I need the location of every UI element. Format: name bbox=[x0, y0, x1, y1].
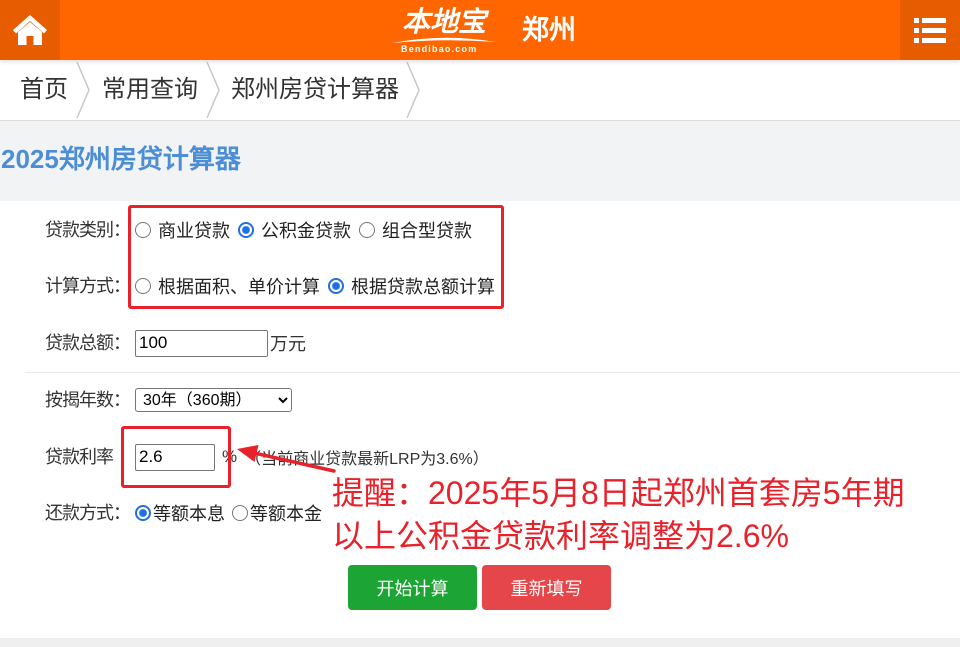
page-bottom-strip bbox=[0, 638, 960, 647]
loan-years-row: 按揭年数： 30年（360期） bbox=[0, 383, 960, 417]
breadcrumb-item-current: 郑州房贷计算器 bbox=[231, 76, 399, 103]
loan-type-options: 商业贷款 公积金贷款 组合型贷款 bbox=[135, 213, 480, 247]
reset-button[interactable]: 重新填写 bbox=[482, 565, 611, 610]
title-band: 2025郑州房贷计算器 bbox=[0, 121, 960, 201]
option-label: 等额本息 bbox=[153, 504, 225, 524]
loan-rate-unit: % bbox=[222, 447, 238, 466]
calc-method-row: 计算方式： 根据面积、单价计算 根据贷款总额计算 bbox=[0, 269, 960, 303]
breadcrumb-chevron-icon bbox=[206, 62, 220, 118]
loan-amount-input[interactable] bbox=[135, 329, 268, 357]
loan-rate-note: （当前商业贷款最新LRP为3.6%） bbox=[245, 451, 489, 468]
breadcrumb: 首页 常用查询 郑州房贷计算器 bbox=[0, 60, 960, 121]
radio-by-total-amount[interactable] bbox=[328, 278, 344, 294]
form-divider bbox=[25, 372, 960, 373]
calc-method-option-total-amount[interactable]: 根据贷款总额计算 bbox=[328, 273, 495, 299]
home-button[interactable] bbox=[0, 0, 60, 60]
loan-type-option-commercial[interactable]: 商业贷款 bbox=[135, 217, 230, 243]
calc-method-option-area-price[interactable]: 根据面积、单价计算 bbox=[135, 273, 320, 299]
annotation-reminder-text: 提醒：2025年5月8日起郑州首套房5年期 以上公积金贷款利率调整为2.6% bbox=[332, 472, 905, 558]
radio-provident-fund-loan[interactable] bbox=[238, 222, 254, 238]
radio-by-area-price[interactable] bbox=[135, 278, 151, 294]
calc-method-options: 根据面积、单价计算 根据贷款总额计算 bbox=[135, 269, 503, 303]
loan-rate-input[interactable] bbox=[135, 443, 215, 471]
repayment-option-equal-installment[interactable]: 等额本息 bbox=[135, 500, 225, 526]
loan-rate-control: % （当前商业贷款最新LRP为3.6%） bbox=[135, 440, 489, 474]
page-title: 2025郑州房贷计算器 bbox=[1, 144, 241, 174]
loan-years-label: 按揭年数： bbox=[45, 390, 131, 410]
breadcrumb-chevron-icon bbox=[76, 62, 90, 118]
loan-amount-label: 贷款总额： bbox=[45, 333, 131, 353]
logo-subtext: Bendibao.com bbox=[401, 44, 478, 54]
list-icon bbox=[914, 17, 946, 43]
loan-type-row: 贷款类别： 商业贷款 公积金贷款 组合型贷款 bbox=[0, 213, 960, 247]
annotation-line-1: 提醒：2025年5月8日起郑州首套房5年期 bbox=[332, 475, 905, 511]
top-header-bar: 本地宝 Bendibao.com 郑州 bbox=[0, 0, 960, 60]
mortgage-calculator-form: 贷款类别： 商业贷款 公积金贷款 组合型贷款 计算方式： 根据面积、单价计算 根… bbox=[0, 201, 960, 638]
loan-rate-label: 贷款利率 bbox=[45, 447, 114, 467]
calculate-button[interactable]: 开始计算 bbox=[348, 565, 477, 610]
option-label: 组合型贷款 bbox=[382, 221, 472, 241]
radio-commercial-loan[interactable] bbox=[135, 222, 151, 238]
breadcrumb-item-common-queries[interactable]: 常用查询 bbox=[102, 60, 198, 120]
loan-type-option-provident-fund[interactable]: 公积金贷款 bbox=[238, 217, 351, 243]
option-label: 商业贷款 bbox=[158, 221, 230, 241]
radio-equal-installment[interactable] bbox=[135, 505, 151, 521]
breadcrumb-item-home[interactable]: 首页 bbox=[20, 60, 68, 120]
annotation-line-2: 以上公积金贷款利率调整为2.6% bbox=[332, 518, 789, 554]
radio-equal-principal[interactable] bbox=[232, 505, 248, 521]
repayment-option-equal-principal[interactable]: 等额本金 bbox=[232, 500, 322, 526]
loan-type-label: 贷款类别： bbox=[45, 220, 131, 240]
home-icon bbox=[13, 15, 47, 45]
loan-amount-row: 贷款总额： 万元 bbox=[0, 326, 960, 360]
breadcrumb-chevron-icon bbox=[406, 62, 420, 118]
option-label: 等额本金 bbox=[250, 504, 322, 524]
loan-years-select[interactable]: 30年（360期） bbox=[135, 388, 292, 412]
option-label: 根据面积、单价计算 bbox=[158, 277, 320, 297]
option-label: 根据贷款总额计算 bbox=[351, 277, 495, 297]
city-name[interactable]: 郑州 bbox=[522, 14, 576, 46]
loan-amount-control: 万元 bbox=[135, 326, 306, 360]
menu-button[interactable] bbox=[900, 0, 960, 60]
loan-amount-unit: 万元 bbox=[270, 334, 306, 354]
calc-method-label: 计算方式： bbox=[45, 276, 131, 296]
loan-type-option-combined[interactable]: 组合型贷款 bbox=[359, 217, 472, 243]
loan-rate-row: 贷款利率 % （当前商业贷款最新LRP为3.6%） bbox=[0, 440, 960, 474]
repayment-options: 等额本息 等额本金 bbox=[135, 496, 329, 530]
bendibao-logo[interactable]: 本地宝 Bendibao.com bbox=[390, 4, 498, 56]
repayment-label: 还款方式： bbox=[45, 503, 131, 523]
logo-text: 本地宝 bbox=[402, 6, 487, 37]
loan-years-control: 30年（360期） bbox=[135, 383, 292, 417]
radio-combined-loan[interactable] bbox=[359, 222, 375, 238]
option-label: 公积金贷款 bbox=[261, 221, 351, 241]
